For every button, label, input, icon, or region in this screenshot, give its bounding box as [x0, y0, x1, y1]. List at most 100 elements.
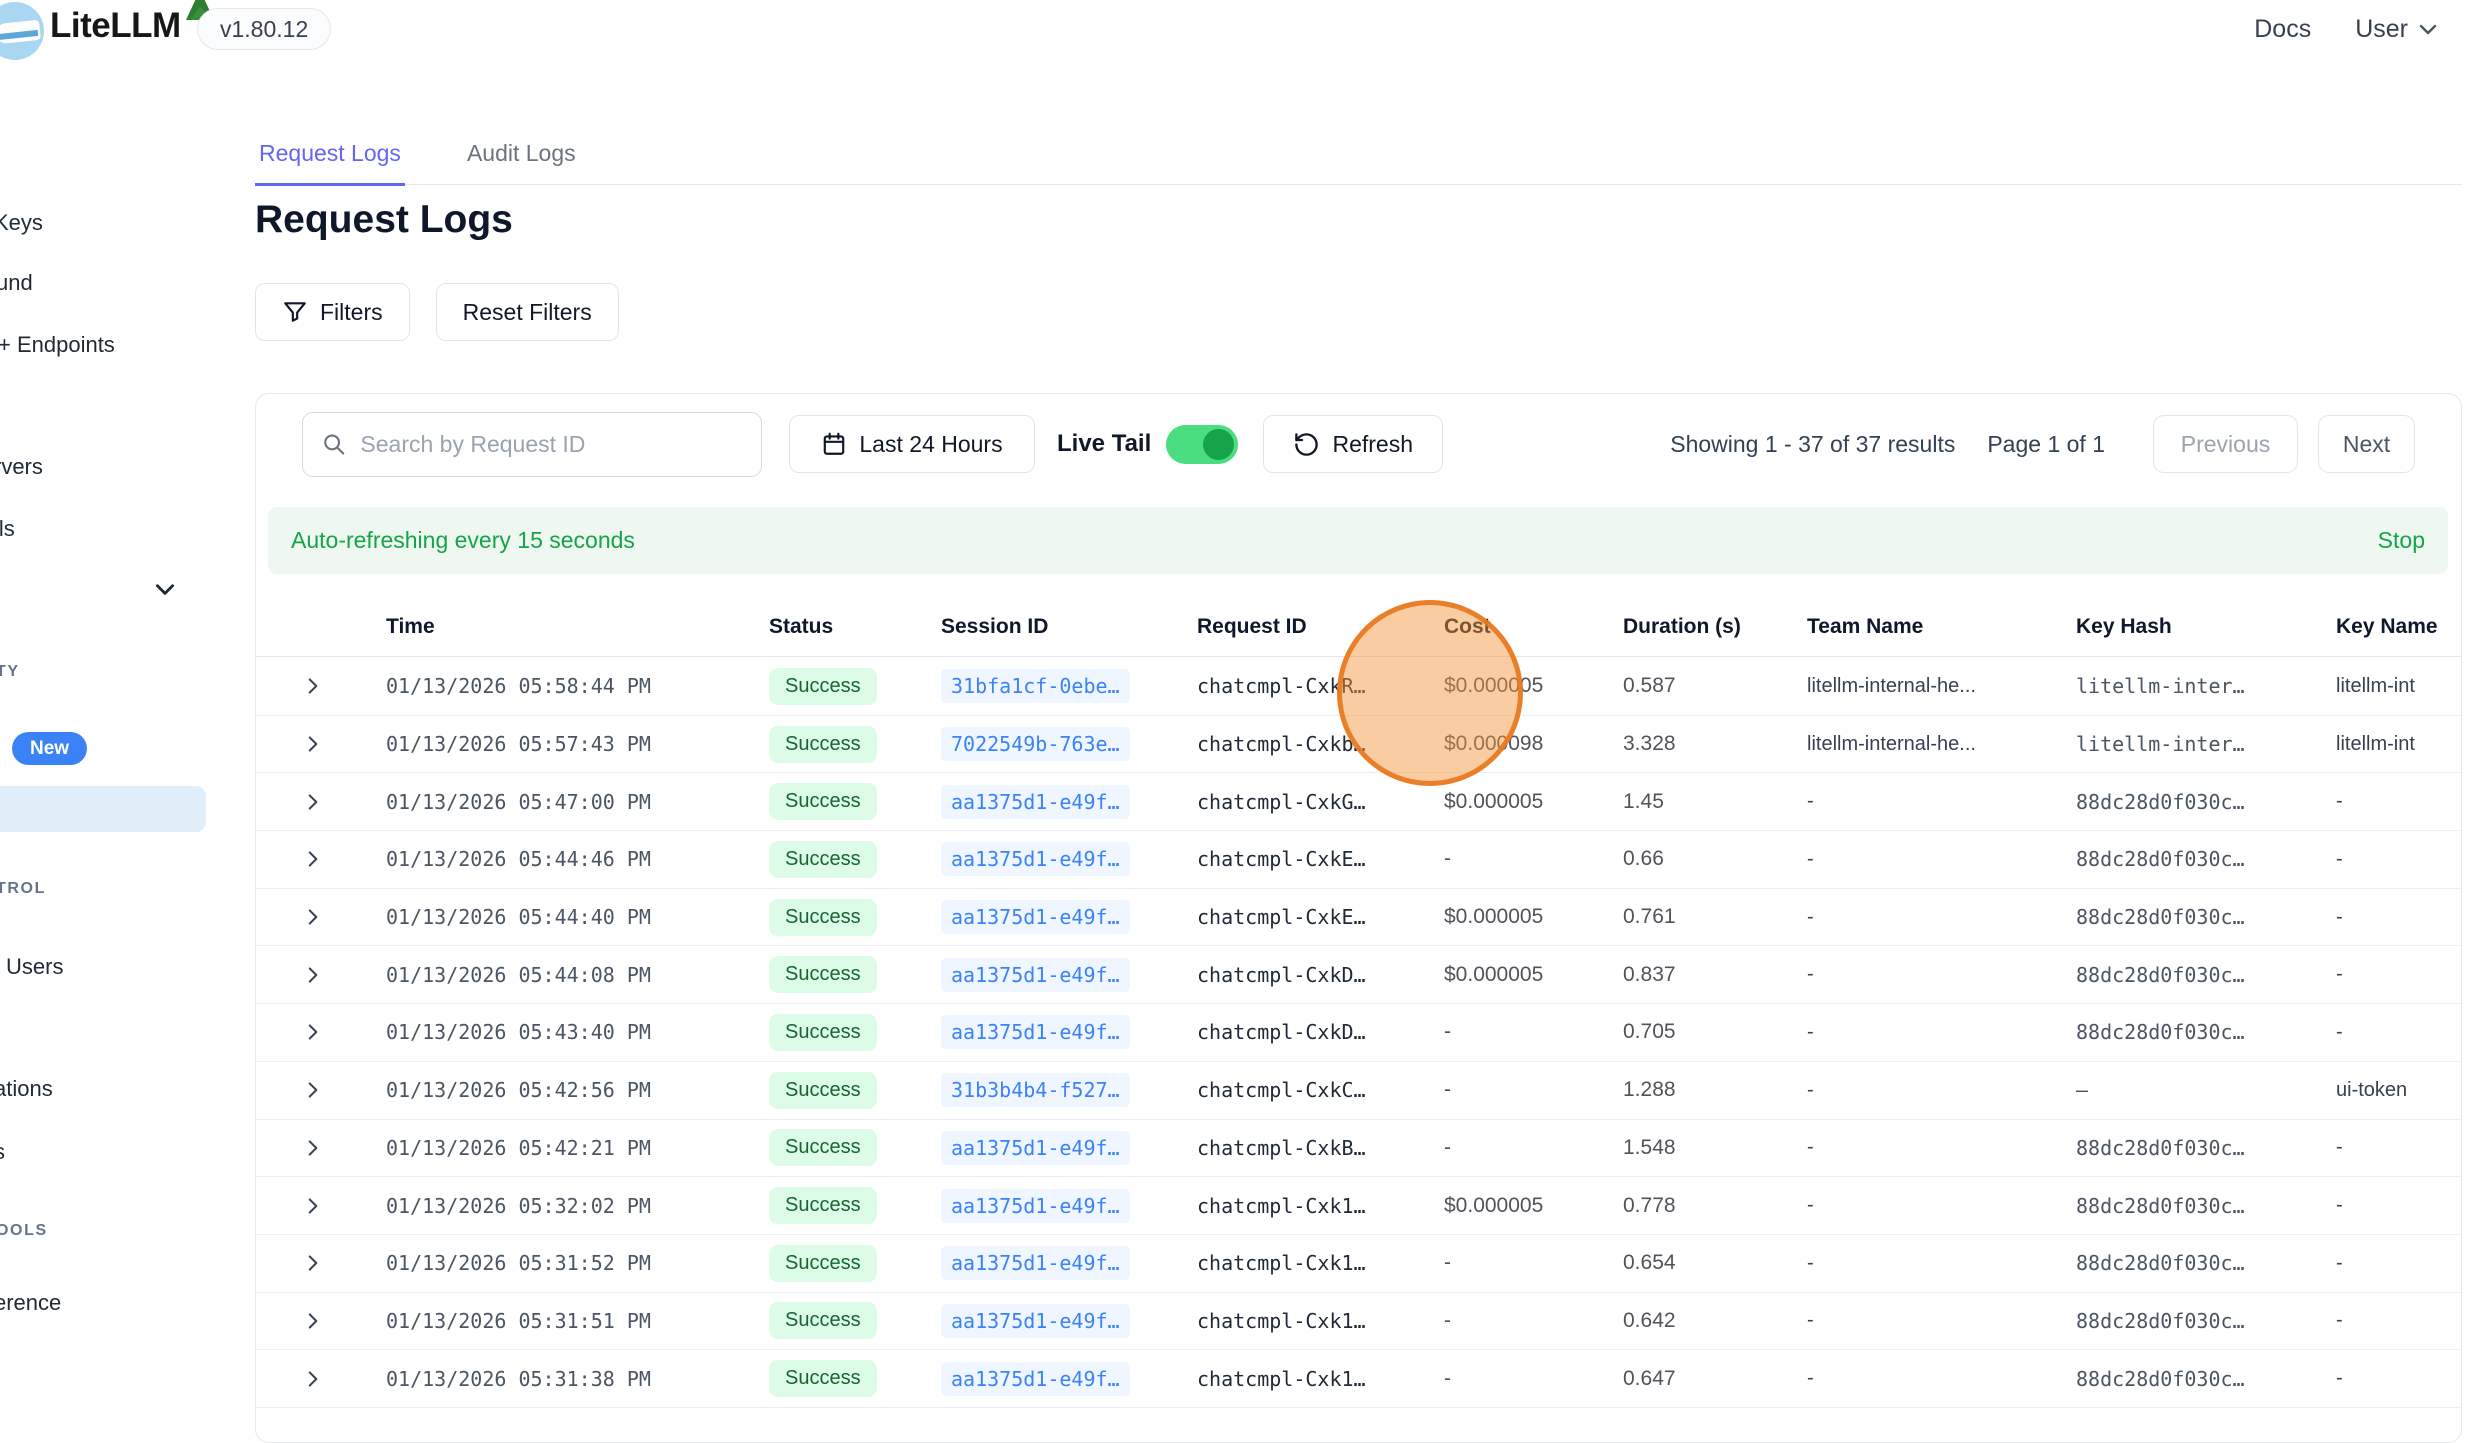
filters-button[interactable]: Filters — [255, 283, 410, 341]
table-row[interactable]: 01/13/2026 05:42:21 PM Success aa1375d1-… — [256, 1120, 2461, 1178]
calendar-icon — [821, 431, 847, 457]
cell-key-hash: 88dc28d0f030c… — [2076, 1136, 2245, 1160]
table-row[interactable]: 01/13/2026 05:57:43 PM Success 7022549b-… — [256, 716, 2461, 774]
cell-duration: 0.778 — [1623, 1194, 1676, 1217]
cell-team-name: - — [1807, 1309, 1814, 1331]
sidebar-item-servers[interactable]: rvers — [0, 454, 43, 480]
live-tail-toggle[interactable] — [1166, 425, 1238, 464]
cell-key-name: - — [2336, 1021, 2343, 1043]
cell-cost: - — [1444, 1136, 1451, 1159]
sidebar-collapse-chevron-down-icon[interactable] — [152, 576, 178, 602]
tab-audit-logs[interactable]: Audit Logs — [463, 130, 580, 184]
docs-link[interactable]: Docs — [2254, 15, 2311, 44]
refresh-button[interactable]: Refresh — [1263, 415, 1443, 473]
row-expander-chevron-right-icon[interactable] — [302, 964, 324, 986]
user-menu[interactable]: User — [2355, 15, 2440, 44]
cell-duration: 0.66 — [1623, 847, 1664, 870]
cell-cost: $0.000005 — [1444, 674, 1543, 697]
brand-title: LiteLLM — [50, 6, 181, 46]
cell-team-name: - — [1807, 963, 1814, 985]
row-expander-chevron-right-icon[interactable] — [302, 1310, 324, 1332]
row-expander-chevron-right-icon[interactable] — [302, 733, 324, 755]
status-badge: Success — [769, 668, 877, 705]
session-id-link[interactable]: aa1375d1-e49f… — [941, 842, 1130, 876]
row-expander-chevron-right-icon[interactable] — [302, 675, 324, 697]
sidebar-section-tools: OOLS — [0, 1222, 48, 1240]
session-id-link[interactable]: aa1375d1-e49f… — [941, 1304, 1130, 1338]
sidebar-item-models-endpoints[interactable]: + Endpoints — [0, 332, 115, 358]
stop-auto-refresh-link[interactable]: Stop — [2378, 527, 2425, 554]
cell-request-id: chatcmpl-CxkR… — [1197, 674, 1366, 698]
sidebar-item-internal-users[interactable]: Users — [6, 954, 63, 980]
funnel-icon — [282, 299, 308, 325]
cell-key-hash: 88dc28d0f030c… — [2076, 1309, 2245, 1333]
cell-key-hash: 88dc28d0f030c… — [2076, 1367, 2245, 1391]
table-row[interactable]: 01/13/2026 05:32:02 PM Success aa1375d1-… — [256, 1177, 2461, 1235]
previous-page-button[interactable]: Previous — [2153, 415, 2298, 473]
table-row[interactable]: 01/13/2026 05:47:00 PM Success aa1375d1-… — [256, 773, 2461, 831]
status-badge: Success — [769, 899, 877, 936]
cell-cost: $0.000005 — [1444, 963, 1543, 986]
table-row[interactable]: 01/13/2026 05:31:38 PM Success aa1375d1-… — [256, 1350, 2461, 1408]
litellm-logo-icon[interactable] — [0, 2, 44, 60]
session-id-link[interactable]: aa1375d1-e49f… — [941, 785, 1130, 819]
sidebar-item-guardrails[interactable]: ils — [0, 516, 15, 542]
row-expander-chevron-right-icon[interactable] — [302, 791, 324, 813]
row-expander-chevron-right-icon[interactable] — [302, 906, 324, 928]
session-id-link[interactable]: aa1375d1-e49f… — [941, 958, 1130, 992]
session-id-link[interactable]: aa1375d1-e49f… — [941, 1015, 1130, 1049]
session-id-link[interactable]: aa1375d1-e49f… — [941, 1362, 1130, 1396]
row-expander-chevron-right-icon[interactable] — [302, 848, 324, 870]
session-id-link[interactable]: aa1375d1-e49f… — [941, 1189, 1130, 1223]
search-input[interactable] — [360, 431, 743, 458]
top-header: LiteLLM v1.80.12 Docs User — [0, 0, 2477, 58]
session-id-link[interactable]: 31b3b4b4-f527… — [941, 1073, 1130, 1107]
search-box — [302, 412, 762, 477]
table-row[interactable]: 01/13/2026 05:58:44 PM Success 31bfa1cf-… — [256, 658, 2461, 716]
status-badge: Success — [769, 1245, 877, 1282]
reset-filters-button[interactable]: Reset Filters — [436, 283, 619, 341]
session-id-link[interactable]: 7022549b-763e… — [941, 727, 1130, 761]
time-range-button[interactable]: Last 24 Hours — [789, 415, 1035, 473]
tab-request-logs[interactable]: Request Logs — [255, 130, 405, 186]
cell-team-name: - — [1807, 1136, 1814, 1158]
cell-key-name: - — [2336, 1252, 2343, 1274]
cell-key-name: - — [2336, 963, 2343, 985]
table-row[interactable]: 01/13/2026 05:31:52 PM Success aa1375d1-… — [256, 1235, 2461, 1293]
sidebar-item-inference[interactable]: erence — [0, 1290, 61, 1316]
session-id-link[interactable]: aa1375d1-e49f… — [941, 900, 1130, 934]
table-row[interactable]: 01/13/2026 05:42:56 PM Success 31b3b4b4-… — [256, 1062, 2461, 1120]
table-row[interactable]: 01/13/2026 05:44:08 PM Success aa1375d1-… — [256, 946, 2461, 1004]
sidebar-item-organizations[interactable]: ations — [0, 1076, 53, 1102]
table-row[interactable]: 01/13/2026 05:44:46 PM Success aa1375d1-… — [256, 831, 2461, 889]
table-body: 01/13/2026 05:58:44 PM Success 31bfa1cf-… — [256, 658, 2461, 1408]
sidebar-item-keys[interactable]: Keys — [0, 210, 43, 236]
sidebar-item-logs-selected[interactable] — [0, 786, 206, 832]
cell-duration: 3.328 — [1623, 732, 1676, 755]
auto-refresh-banner: Auto-refreshing every 15 seconds Stop — [268, 507, 2448, 574]
row-expander-chevron-right-icon[interactable] — [302, 1368, 324, 1390]
row-expander-chevron-right-icon[interactable] — [302, 1021, 324, 1043]
table-row[interactable]: 01/13/2026 05:43:40 PM Success aa1375d1-… — [256, 1004, 2461, 1062]
next-page-button[interactable]: Next — [2318, 415, 2415, 473]
reset-filters-button-label: Reset Filters — [463, 299, 592, 326]
cell-duration: 0.587 — [1623, 674, 1676, 697]
logs-panel: Last 24 Hours Live Tail Refresh Showing … — [255, 393, 2462, 1443]
table-row[interactable]: 01/13/2026 05:44:40 PM Success aa1375d1-… — [256, 889, 2461, 947]
status-badge: Success — [769, 1360, 877, 1397]
sidebar-item-teams[interactable]: s — [0, 1139, 5, 1165]
row-expander-chevron-right-icon[interactable] — [302, 1195, 324, 1217]
cell-key-hash: 88dc28d0f030c… — [2076, 905, 2245, 929]
session-id-link[interactable]: aa1375d1-e49f… — [941, 1131, 1130, 1165]
session-id-link[interactable]: 31bfa1cf-0ebe… — [941, 669, 1130, 703]
row-expander-chevron-right-icon[interactable] — [302, 1137, 324, 1159]
column-header-cost: Cost — [1444, 615, 1623, 639]
session-id-link[interactable]: aa1375d1-e49f… — [941, 1246, 1130, 1280]
cell-request-id: chatcmpl-CxkE… — [1197, 847, 1366, 871]
row-expander-chevron-right-icon[interactable] — [302, 1079, 324, 1101]
search-icon — [321, 430, 346, 458]
sidebar-item-playground[interactable]: und — [0, 270, 33, 296]
row-expander-chevron-right-icon[interactable] — [302, 1252, 324, 1274]
table-row[interactable]: 01/13/2026 05:31:51 PM Success aa1375d1-… — [256, 1293, 2461, 1351]
cell-key-name: - — [2336, 1367, 2343, 1389]
